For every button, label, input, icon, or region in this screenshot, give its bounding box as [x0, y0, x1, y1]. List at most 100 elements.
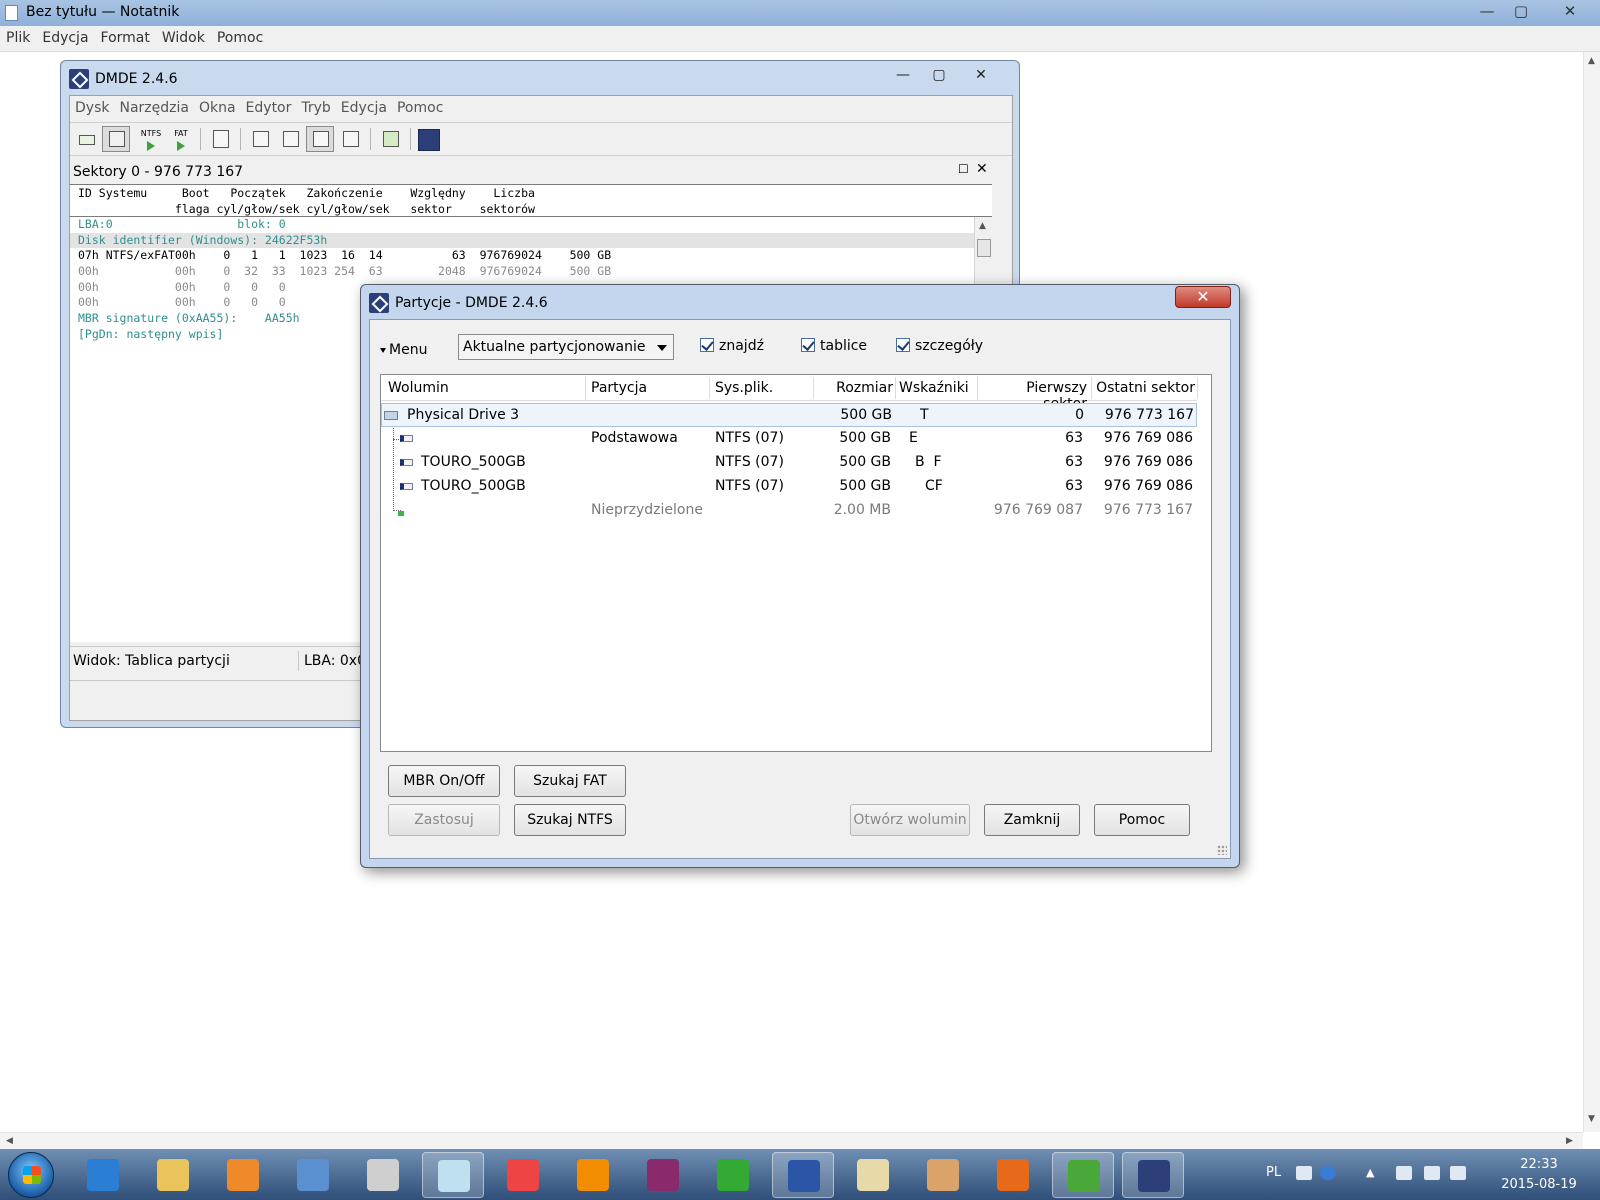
partitioning-mode-select[interactable]: Aktualne partycjonowanie — [458, 334, 674, 360]
scroll-left-arrow-icon[interactable]: ◀ — [6, 1136, 13, 1146]
toolbar-partitions-button[interactable] — [102, 126, 130, 152]
taskbar-notepad-button[interactable] — [422, 1152, 484, 1198]
toolbar-list-view-button[interactable] — [276, 126, 304, 152]
toolbar-table-view-button[interactable] — [306, 126, 334, 152]
dmde-menu-edycja[interactable]: Edycja — [336, 96, 392, 120]
taskbar-utorrent-button[interactable] — [1052, 1152, 1114, 1198]
notepad-menu-plik[interactable]: Plik — [0, 26, 36, 50]
toolbar-disk-button[interactable] — [72, 126, 100, 152]
network-icon[interactable] — [1424, 1166, 1440, 1180]
scroll-up-arrow-icon[interactable]: ▲ — [979, 221, 986, 231]
column-header-last-sector[interactable]: Ostatni sektor — [1095, 380, 1195, 396]
column-header-partition[interactable]: Partycja — [591, 380, 647, 396]
taskbar-explorer-button[interactable] — [142, 1152, 204, 1198]
notepad-menu-format[interactable]: Format — [95, 26, 156, 50]
panel-maximize-icon[interactable]: ☐ — [958, 162, 969, 176]
copy-sectors-icon — [383, 131, 399, 147]
notepad-menu-pomoc[interactable]: Pomoc — [211, 26, 269, 50]
dmde-menu-edytor[interactable]: Edytor — [241, 96, 297, 120]
taskbar-firefox-button[interactable] — [982, 1152, 1044, 1198]
checkbox-find[interactable]: znajdź — [700, 338, 764, 356]
column-header-flags[interactable]: Wskaźniki — [899, 380, 969, 396]
toolbar-ntfs-button[interactable]: NTFS — [136, 126, 164, 152]
toolbar-dmde-button[interactable] — [414, 126, 442, 152]
mbr-toggle-button[interactable]: MBR On/Off — [388, 765, 500, 797]
notepad-menu-widok[interactable]: Widok — [156, 26, 211, 50]
dmde-close-button[interactable]: ✕ — [961, 65, 1001, 85]
menu-dropdown-button[interactable]: Menu — [380, 342, 427, 358]
dmde-menu-okna[interactable]: Okna — [194, 96, 241, 120]
keyboard-icon[interactable] — [1296, 1166, 1312, 1180]
panel-close-icon[interactable]: ✕ — [976, 161, 988, 177]
windows-logo-icon — [23, 1166, 41, 1184]
taskbar-save-disk-button[interactable] — [772, 1152, 834, 1198]
table-row[interactable]: TOURO_500GB NTFS (07) 500 GB CF 63 976 7… — [381, 475, 1197, 499]
scroll-right-arrow-icon[interactable]: ▶ — [1566, 1136, 1573, 1146]
sectors-panel-title: Sektory 0 - 976 773 167 — [73, 164, 244, 180]
table-row[interactable]: Physical Drive 3 500 GB T 0 976 773 167 — [381, 403, 1197, 427]
taskbar-paint-button[interactable] — [912, 1152, 974, 1198]
checkbox-tables[interactable]: tablice — [801, 338, 867, 356]
search-fat-button[interactable]: Szukaj FAT — [514, 765, 626, 797]
dmde-app-icon — [369, 293, 389, 313]
toolbar-copy-sectors-button[interactable] — [376, 126, 404, 152]
toolbar-fat-button[interactable]: FAT — [166, 126, 194, 152]
taskbar-calculator-button[interactable] — [352, 1152, 414, 1198]
table-row[interactable]: Nieprzydzielone 2.00 MB 976 769 087 976 … — [381, 499, 1197, 523]
language-indicator[interactable]: PL — [1266, 1165, 1281, 1180]
partition-list-icon — [109, 131, 125, 147]
taskbar-email-button[interactable] — [842, 1152, 904, 1198]
notepad-menu-edycja[interactable]: Edycja — [36, 26, 94, 50]
partitions-grid[interactable]: Wolumin Partycja Sys.plik. Rozmiar Wskaź… — [380, 374, 1212, 752]
taskbar-dmde-button[interactable] — [1122, 1152, 1184, 1198]
scrollbar-thumb[interactable] — [977, 239, 991, 257]
help-button[interactable]: Pomoc — [1094, 804, 1190, 836]
help-icon[interactable] — [1320, 1166, 1336, 1180]
taskbar-media-player-button[interactable] — [212, 1152, 274, 1198]
cell-size: 500 GB — [839, 454, 891, 470]
table-row[interactable]: Podstawowa NTFS (07) 500 GB E 63 976 769… — [381, 427, 1197, 451]
menu-label: Menu — [389, 342, 428, 358]
scroll-up-arrow-icon[interactable]: ▲ — [1588, 56, 1595, 66]
search-ntfs-button[interactable]: Szukaj NTFS — [514, 804, 626, 836]
dmde-menu-pomoc[interactable]: Pomoc — [392, 96, 448, 120]
show-hidden-icons-icon[interactable]: ▲ — [1366, 1166, 1382, 1180]
dmde-maximize-button[interactable]: ▢ — [925, 65, 953, 85]
start-button[interactable] — [8, 1152, 54, 1198]
action-center-flag-icon[interactable] — [1450, 1166, 1466, 1180]
cell-size: 500 GB — [840, 407, 892, 423]
dmde-menu-tryb[interactable]: Tryb — [296, 96, 335, 120]
dmde-minimize-button[interactable]: — — [889, 65, 917, 85]
taskbar-vlc-button[interactable] — [562, 1152, 624, 1198]
notepad-horizontal-scrollbar[interactable]: ◀ ▶ — [0, 1132, 1583, 1149]
apply-button[interactable]: Zastosuj — [388, 804, 500, 836]
notepad-minimize-button[interactable]: — — [1472, 0, 1502, 22]
notepad-maximize-button[interactable]: ▢ — [1506, 0, 1536, 22]
taskbar-internet-explorer-button[interactable] — [72, 1152, 134, 1198]
table-row[interactable]: TOURO_500GB NTFS (07) 500 GB B F 63 976 … — [381, 451, 1197, 475]
toolbar-find-button[interactable] — [336, 126, 364, 152]
column-header-volume[interactable]: Wolumin — [388, 380, 449, 396]
clock-date[interactable]: 2015-08-19 — [1496, 1177, 1582, 1192]
dmde-menu-dysk[interactable]: Dysk — [70, 96, 114, 120]
column-header-filesystem[interactable]: Sys.plik. — [715, 380, 773, 396]
scroll-down-arrow-icon[interactable]: ▼ — [1588, 1114, 1595, 1124]
taskbar-remote-desktop-button[interactable] — [282, 1152, 344, 1198]
resize-grip-icon[interactable] — [1217, 845, 1227, 855]
taskbar-office-button[interactable] — [492, 1152, 554, 1198]
column-header-size[interactable]: Rozmiar — [819, 380, 893, 396]
open-volume-button[interactable]: Otwórz wolumin — [850, 804, 970, 836]
dialog-close-button[interactable]: ✕ — [1175, 286, 1231, 308]
toolbar-tree-view-button[interactable] — [246, 126, 274, 152]
taskbar-winrar-button[interactable] — [632, 1152, 694, 1198]
notepad-close-button[interactable]: ✕ — [1552, 0, 1588, 22]
toolbar-new-file-button[interactable] — [206, 126, 234, 152]
checkbox-details[interactable]: szczegóły — [896, 338, 983, 356]
taskbar-system-monitor-button[interactable] — [702, 1152, 764, 1198]
notepad-vertical-scrollbar[interactable]: ▲ ▼ — [1583, 52, 1600, 1132]
close-dialog-button[interactable]: Zamknij — [984, 804, 1080, 836]
volume-icon[interactable] — [1396, 1166, 1412, 1180]
dmde-menu-narzedzia[interactable]: Narzędzia — [114, 96, 193, 120]
clock-time[interactable]: 22:33 — [1500, 1157, 1578, 1172]
play-arrow-icon — [177, 141, 185, 151]
